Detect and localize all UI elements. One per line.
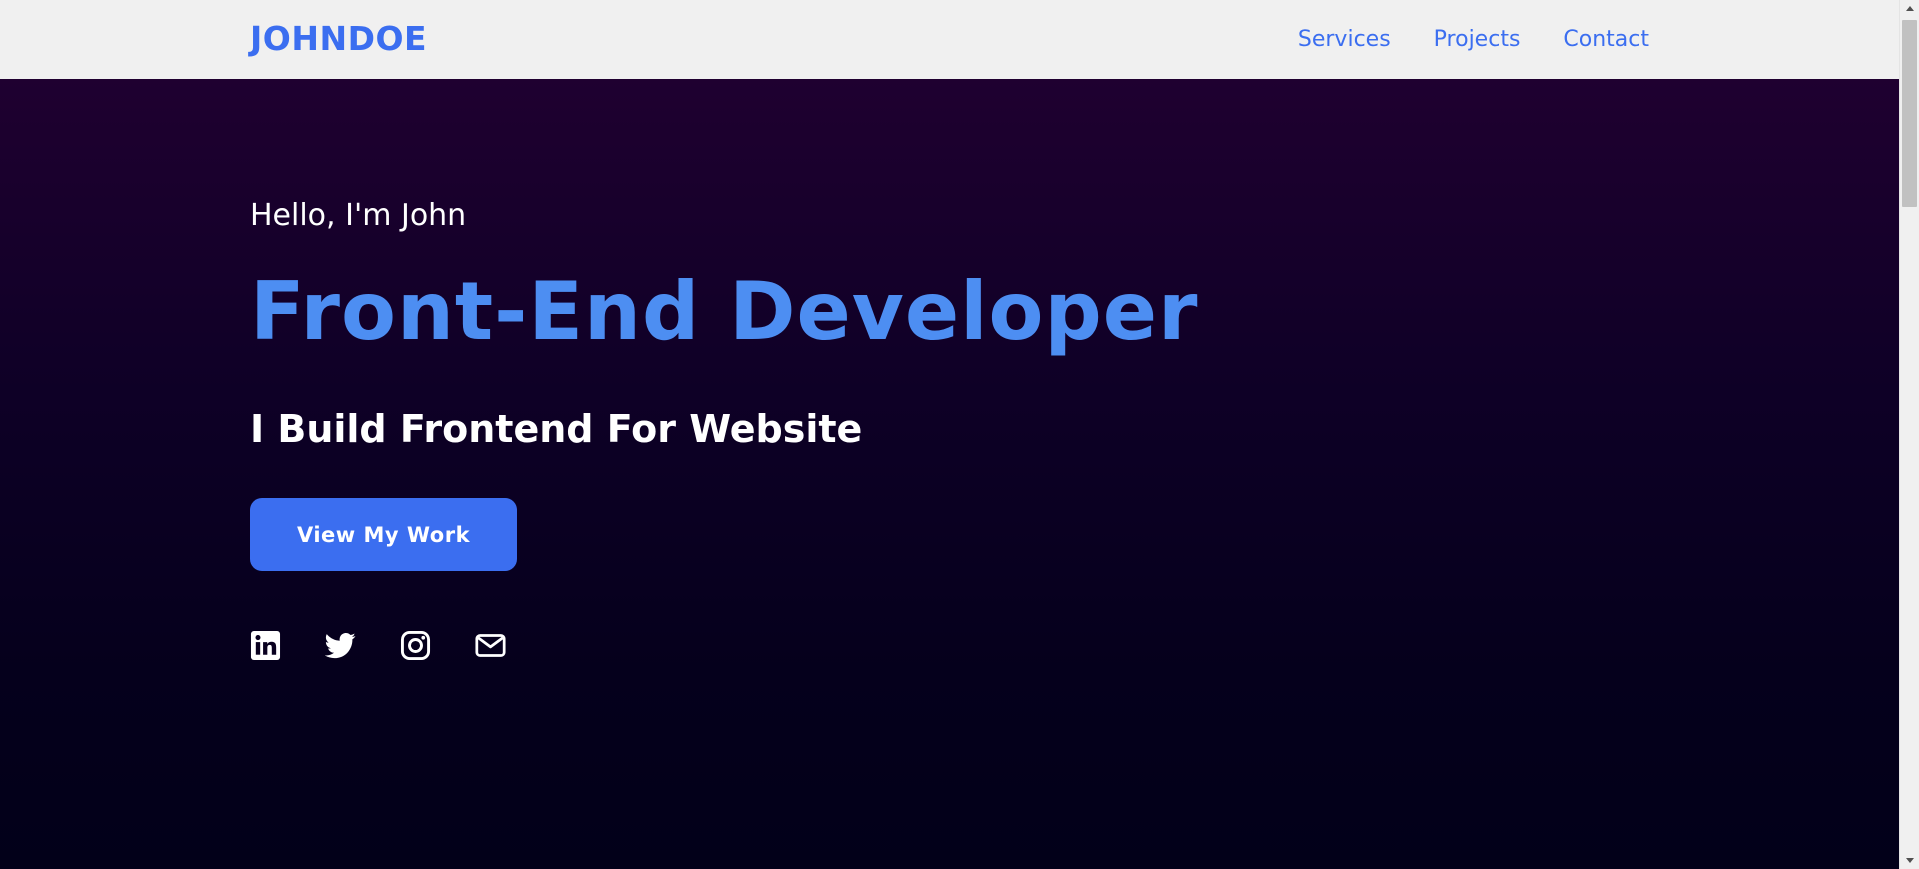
nav-links: Services Projects Contact: [1298, 0, 1649, 79]
instagram-icon[interactable]: [400, 630, 431, 661]
nav-link-projects[interactable]: Projects: [1434, 27, 1521, 52]
scroll-down-arrow-icon[interactable]: [1900, 852, 1919, 869]
linkedin-icon[interactable]: [250, 630, 281, 661]
scroll-thumb[interactable]: [1902, 20, 1917, 207]
logo-link[interactable]: JOHNDOE: [250, 18, 427, 60]
page-scrollbar[interactable]: [1899, 0, 1919, 869]
scroll-up-arrow-icon[interactable]: [1900, 0, 1919, 17]
hero-greeting: Hello, I'm John: [250, 198, 467, 233]
page: JOHNDOE Services Projects Contact Hello,…: [0, 0, 1919, 869]
navbar: JOHNDOE Services Projects Contact: [0, 0, 1899, 79]
hero-subheadline: I Build Frontend For Website: [250, 407, 863, 451]
mail-icon[interactable]: [475, 630, 506, 661]
nav-link-contact[interactable]: Contact: [1563, 27, 1649, 52]
social-links: [250, 630, 506, 661]
hero-headline: Front-End Developer: [250, 265, 1199, 358]
hero-section: Hello, I'm John Front-End Developer I Bu…: [0, 79, 1899, 869]
view-my-work-button[interactable]: View My Work: [250, 498, 517, 571]
nav-link-services[interactable]: Services: [1298, 27, 1391, 52]
twitter-icon[interactable]: [325, 630, 356, 661]
